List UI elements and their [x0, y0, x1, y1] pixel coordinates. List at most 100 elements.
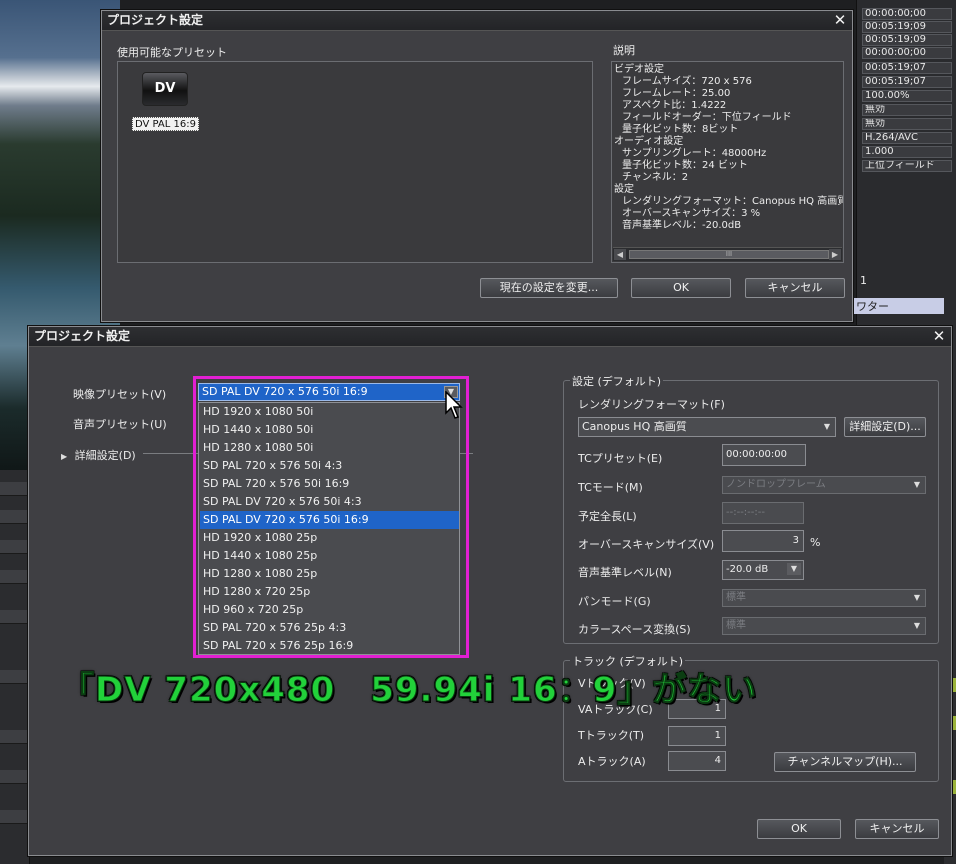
desc-line: レンダリングフォーマット：Canopus HQ 高画質 [622, 196, 844, 207]
overscan-size-input[interactable]: 3 [722, 530, 804, 552]
rendering-format-label: レンダリングフォーマット(F) [578, 398, 725, 411]
rendering-format-value: Canopus HQ 高画質 [582, 420, 687, 433]
channel-map-button[interactable]: チャンネルマップ(H)... [774, 752, 916, 772]
desc-line: フレームサイズ：720 x 576 [622, 76, 752, 87]
property-value: 1.000 [862, 146, 952, 158]
dropdown-option[interactable]: HD 1920 x 1080 50i [200, 403, 459, 421]
dropdown-option[interactable]: SD PAL 720 x 576 25p 16:9 [200, 637, 459, 655]
cancel-button[interactable]: キャンセル [855, 819, 939, 839]
preset-name[interactable]: DV PAL 16:9 [132, 117, 199, 131]
settings-default-group: 設定 (デフォルト) レンダリングフォーマット(F) Canopus HQ 高画… [563, 373, 939, 644]
chevron-down-icon: ▼ [913, 593, 921, 602]
cancel-button[interactable]: キャンセル [745, 278, 845, 298]
ok-button[interactable]: OK [631, 278, 731, 298]
desc-line: 設定 [614, 184, 634, 195]
dropdown-option[interactable]: SD PAL 720 x 576 50i 4:3 [200, 457, 459, 475]
a-track-label: Aトラック(A) [578, 755, 646, 768]
desc-line: オーバースキャンサイズ：3 % [622, 208, 761, 219]
property-value: 無効 [862, 104, 952, 116]
dropdown-option[interactable]: HD 1280 x 1080 25p [200, 565, 459, 583]
detail-settings-label: 詳細設定(D) [74, 449, 136, 462]
colorspace-conversion-label: カラースペース変換(S) [578, 623, 691, 636]
preset-list[interactable]: DV DV PAL 16:9 [117, 61, 593, 263]
chevron-down-icon: ▼ [787, 563, 801, 575]
overlay-caption: 「DV 720x480 59.94i 16：9」がない [59, 670, 758, 711]
video-preset-select[interactable]: SD PAL DV 720 x 576 50i 16:9 ▼ [198, 383, 460, 401]
chevron-down-icon: ▼ [913, 621, 921, 630]
audio-reference-level-value: -20.0 dB [726, 564, 769, 575]
project-settings-dialog-back: プロジェクト設定 ✕ 使用可能なプリセット DV DV PAL 16:9 説明 … [101, 10, 853, 322]
group-title: 設定 (デフォルト) [570, 373, 664, 389]
a-track-input[interactable]: 4 [668, 751, 726, 771]
dropdown-option[interactable]: HD 1440 x 1080 25p [200, 547, 459, 565]
desc-line: フィールドオーダー：下位フィールド [622, 112, 792, 123]
close-icon[interactable]: ✕ [931, 328, 947, 344]
change-current-settings-button[interactable]: 現在の設定を変更... [480, 278, 618, 298]
desc-line: 量子化ビット数：24 ビット [622, 160, 748, 171]
project-settings-dialog: プロジェクト設定 ✕ 映像プリセット(V) 音声プリセット(U) ▶ 詳細設定(… [28, 326, 952, 856]
property-value: 00:05:19;07 [862, 62, 952, 74]
mouse-pointer-icon [445, 391, 463, 419]
dropdown-option[interactable]: HD 1920 x 1080 25p [200, 529, 459, 547]
ok-button[interactable]: OK [757, 819, 841, 839]
dropdown-option[interactable]: SD PAL DV 720 x 576 50i 4:3 [200, 493, 459, 511]
dropdown-option[interactable]: HD 1280 x 1080 50i [200, 439, 459, 457]
dropdown-option-selected[interactable]: SD PAL DV 720 x 576 50i 16:9 [200, 511, 459, 529]
desc-line: ビデオ設定 [614, 64, 664, 75]
video-preset-dropdown-list[interactable]: HD 1920 x 1080 50i HD 1440 x 1080 50i HD… [198, 402, 460, 655]
dropdown-option[interactable]: HD 1280 x 720 25p [200, 583, 459, 601]
desc-line: チャンネル：2 [622, 172, 689, 183]
desc-line: アスペクト比：1.4222 [622, 100, 727, 111]
dialog-title: プロジェクト設定 [29, 327, 951, 347]
property-value: 00:05:19;09 [862, 34, 952, 46]
group-title: トラック (デフォルト) [570, 653, 686, 669]
property-value: 無効 [862, 118, 952, 130]
dv-preset-icon[interactable]: DV [142, 72, 188, 106]
desc-line: 音声基準レベル：-20.0dB [622, 220, 742, 231]
overscan-size-label: オーバースキャンサイズ(V) [578, 538, 715, 551]
dialog-title: プロジェクト設定 [102, 11, 852, 31]
rendering-format-select[interactable]: Canopus HQ 高画質 ▼ [578, 417, 836, 437]
property-value: 100.00% [862, 90, 952, 102]
scroll-thumb[interactable]: III [629, 250, 829, 259]
property-value: 上位フィールド [862, 160, 952, 172]
detail-settings-button[interactable]: 詳細設定(D)... [844, 417, 926, 437]
property-value: 00:00:00;00 [862, 47, 952, 59]
dropdown-option[interactable]: SD PAL 720 x 576 25p 4:3 [200, 619, 459, 637]
property-value: H.264/AVC [862, 132, 952, 144]
description-label: 説明 [613, 44, 635, 57]
close-icon[interactable]: ✕ [832, 12, 848, 28]
tc-mode-label: TCモード(M) [578, 481, 643, 494]
t-track-label: Tトラック(T) [578, 729, 645, 742]
t-track-input[interactable]: 1 [668, 726, 726, 746]
desc-line: フレームレート：25.00 [622, 88, 731, 99]
planned-length-input[interactable]: --:--:--:-- [722, 502, 804, 524]
scroll-left-icon[interactable]: ◀ [614, 249, 626, 260]
colorspace-conversion-select[interactable]: 標準 ▼ [722, 617, 926, 635]
background-timeline-panel [0, 470, 30, 864]
tc-mode-select[interactable]: ノンドロップフレーム ▼ [722, 476, 926, 494]
description-panel: ビデオ設定 フレームサイズ：720 x 576 フレームレート：25.00 アス… [611, 61, 844, 263]
tc-preset-label: TCプリセット(E) [578, 452, 663, 465]
chevron-down-icon: ▼ [913, 480, 921, 489]
colorspace-conversion-value: 標準 [726, 620, 746, 631]
audio-reference-level-select[interactable]: -20.0 dB ▼ [722, 560, 804, 580]
dropdown-option[interactable]: HD 960 x 720 25p [200, 601, 459, 619]
horizontal-scrollbar[interactable]: ◀ III ▶ [613, 247, 842, 261]
available-presets-label: 使用可能なプリセット [117, 46, 227, 59]
tc-preset-input[interactable]: 00:00:00:00 [722, 444, 806, 466]
video-preset-value: SD PAL DV 720 x 576 50i 16:9 [202, 385, 368, 398]
dropdown-option[interactable]: SD PAL 720 x 576 50i 16:9 [200, 475, 459, 493]
video-preset-label: 映像プリセット(V) [73, 388, 167, 401]
desc-line: オーディオ設定 [614, 136, 684, 147]
background-track-number: 1 [860, 274, 867, 287]
desc-line: 量子化ビット数：8ビット [622, 124, 739, 135]
property-value: 00:00:00;00 [862, 8, 952, 20]
audio-preset-label: 音声プリセット(U) [73, 418, 167, 431]
scroll-right-icon[interactable]: ▶ [829, 249, 841, 260]
pan-mode-select[interactable]: 標準 ▼ [722, 589, 926, 607]
dropdown-option[interactable]: HD 1440 x 1080 50i [200, 421, 459, 439]
desc-line: サンプリングレート：48000Hz [622, 148, 767, 159]
property-value: 00:05:19;09 [862, 21, 952, 33]
detail-settings-toggle[interactable]: ▶ 詳細設定(D) [61, 447, 136, 463]
